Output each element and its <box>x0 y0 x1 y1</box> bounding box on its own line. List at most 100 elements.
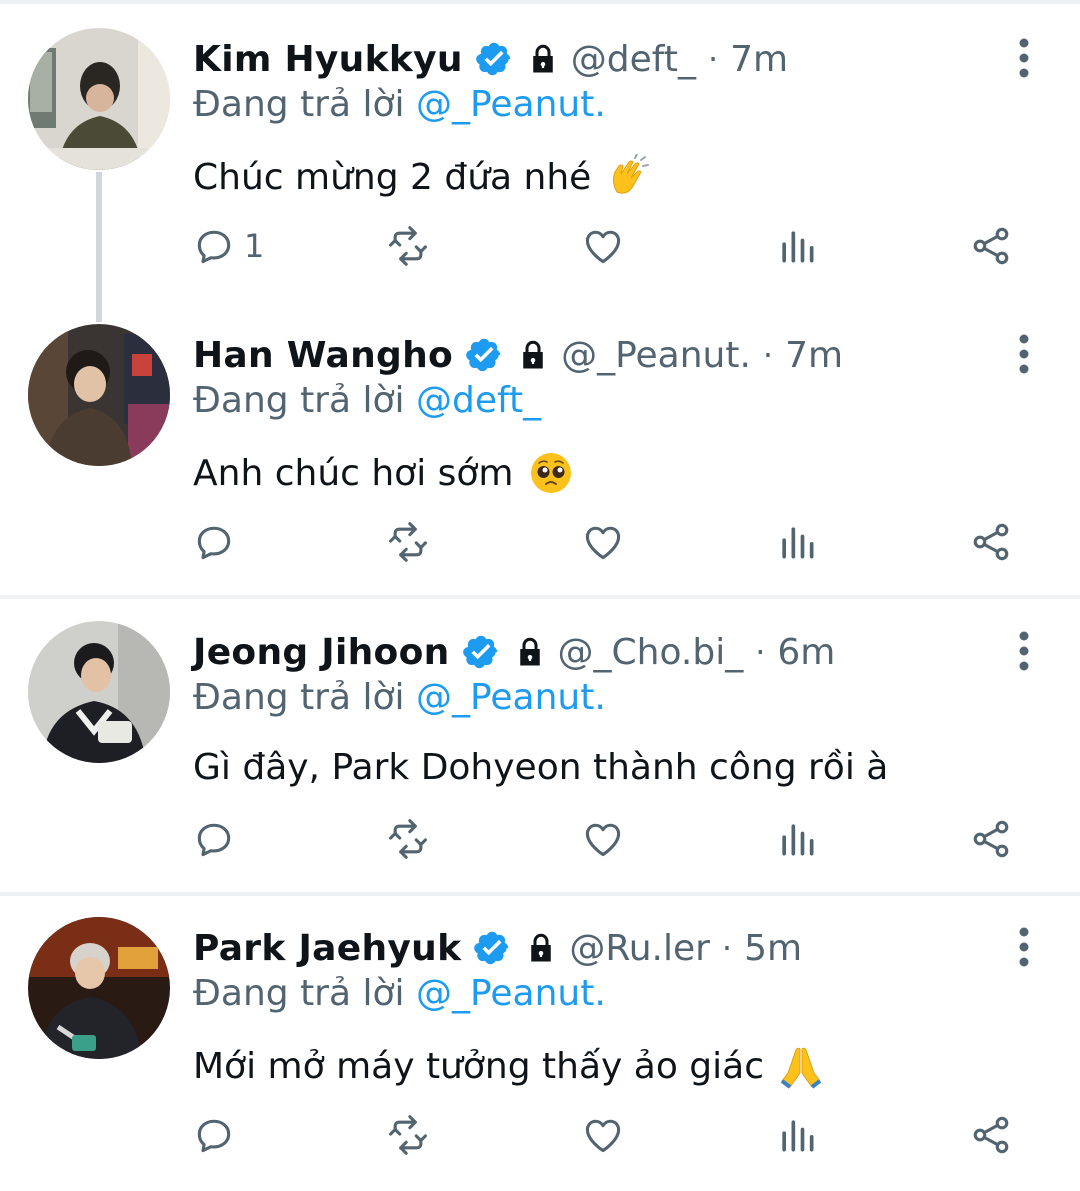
reply-icon <box>197 1119 231 1153</box>
reply-button[interactable] <box>192 512 244 572</box>
views-button[interactable] <box>775 809 819 869</box>
reply-button[interactable] <box>192 1105 244 1165</box>
tweet[interactable]: Han Wangho @_Peanut. · 7m Đang trả lời @… <box>0 300 1080 595</box>
reply-prefix: Đang trả lời <box>193 973 405 1014</box>
lock-icon <box>523 340 543 369</box>
tweet-actions <box>192 1105 1018 1165</box>
analytics-icon <box>782 231 814 263</box>
separator-dot: · <box>755 633 766 671</box>
reply-prefix: Đang trả lời <box>193 677 405 718</box>
reply-count: 1 <box>244 227 265 265</box>
reply-context: Đang trả lời @_Peanut. <box>193 677 606 718</box>
tweet-text: Anh chúc hơi sớm <box>193 450 574 496</box>
mention-link[interactable]: @_Peanut. <box>416 677 606 718</box>
share-icon <box>973 227 1009 265</box>
more-options-icon[interactable] <box>1010 925 1038 969</box>
reply-prefix: Đang trả lời <box>193 380 405 421</box>
tweet[interactable]: Jeong Jihoon @_Cho.bi_ · 6m Đang trả lời… <box>0 597 1080 892</box>
timestamp[interactable]: 7m <box>785 335 843 376</box>
reply-context: Đang trả lời @deft_ <box>193 380 541 421</box>
reply-button[interactable]: 1 <box>192 216 264 276</box>
analytics-icon <box>782 824 814 856</box>
heart-icon <box>585 526 621 560</box>
heart-icon <box>585 1119 621 1153</box>
retweet-icon <box>389 1115 427 1155</box>
views-button[interactable] <box>775 512 819 572</box>
like-button[interactable] <box>581 809 625 869</box>
handle[interactable]: @Ru.ler <box>569 928 710 969</box>
more-options-icon[interactable] <box>1010 629 1038 673</box>
lock-icon <box>533 44 553 73</box>
timestamp[interactable]: 5m <box>744 928 802 969</box>
display-name[interactable]: Han Wangho <box>193 335 453 376</box>
handle[interactable]: @deft_ <box>571 39 696 80</box>
tweet[interactable]: Kim Hyukkyu @deft_ · 7m Đang trả lời @_P… <box>0 4 1080 322</box>
reply-context: Đang trả lời @_Peanut. <box>193 973 606 1014</box>
tweet-body: Chúc mừng 2 đứa nhé <box>193 156 592 198</box>
verified-badge-icon <box>474 931 509 965</box>
tweet-actions <box>192 809 1018 869</box>
views-button[interactable] <box>775 1105 819 1165</box>
folded-hands-icon <box>780 1047 822 1089</box>
like-button[interactable] <box>581 512 625 572</box>
analytics-icon <box>782 527 814 559</box>
share-button[interactable] <box>969 512 1013 572</box>
retweet-button[interactable] <box>386 216 430 276</box>
verified-badge-icon <box>462 635 497 669</box>
tweet[interactable]: Park Jaehyuk @Ru.ler · 5m Đang trả lời @… <box>0 893 1080 1188</box>
avatar[interactable] <box>28 917 170 1059</box>
mention-link[interactable]: @_Peanut. <box>416 973 606 1014</box>
mention-link[interactable]: @deft_ <box>416 380 541 421</box>
timestamp[interactable]: 6m <box>777 632 835 673</box>
reply-button[interactable] <box>192 809 244 869</box>
display-name[interactable]: Jeong Jihoon <box>193 632 450 673</box>
heart-icon <box>585 230 621 264</box>
tweet-text: Chúc mừng 2 đứa nhé <box>193 154 651 200</box>
reply-prefix: Đang trả lời <box>193 84 405 125</box>
more-options-icon[interactable] <box>1010 36 1038 80</box>
tweet-actions: 1 <box>192 216 1018 276</box>
share-button[interactable] <box>969 216 1013 276</box>
reply-icon <box>197 823 231 857</box>
retweet-button[interactable] <box>386 512 430 572</box>
share-icon <box>973 1116 1009 1154</box>
avatar[interactable] <box>28 28 170 170</box>
avatar[interactable] <box>28 621 170 763</box>
retweet-icon <box>389 226 427 266</box>
like-button[interactable] <box>581 1105 625 1165</box>
mention-link[interactable]: @_Peanut. <box>416 84 606 125</box>
share-icon <box>973 820 1009 858</box>
share-button[interactable] <box>969 1105 1013 1165</box>
views-button[interactable] <box>775 216 819 276</box>
handle[interactable]: @_Cho.bi_ <box>558 632 744 673</box>
avatar[interactable] <box>28 324 170 466</box>
tweet-text: Mới mở máy tưởng thấy ảo giác <box>193 1043 824 1089</box>
pleading-face-icon <box>530 453 571 493</box>
display-name[interactable]: Kim Hyukkyu <box>193 39 463 80</box>
timestamp[interactable]: 7m <box>730 39 788 80</box>
retweet-icon <box>389 819 427 859</box>
retweet-button[interactable] <box>386 809 430 869</box>
retweet-icon <box>389 522 427 562</box>
separator-dot: · <box>721 929 733 967</box>
verified-badge-icon <box>475 42 511 76</box>
tweet-body: Gì đây, Park Dohyeon thành công rồi à <box>193 747 889 788</box>
reply-icon <box>197 526 231 560</box>
tweet-text: Gì đây, Park Dohyeon thành công rồi à <box>193 747 888 788</box>
display-name[interactable]: Park Jaehyuk <box>193 928 461 969</box>
retweet-button[interactable] <box>386 1105 430 1165</box>
tweet-body: Anh chúc hơi sớm <box>193 452 514 494</box>
handle[interactable]: @_Peanut. <box>561 335 751 376</box>
separator-dot: · <box>707 40 719 78</box>
reply-context: Đang trả lời @_Peanut. <box>193 84 606 125</box>
reply-icon <box>197 230 231 264</box>
more-options-icon[interactable] <box>1010 332 1038 376</box>
heart-icon <box>585 823 621 857</box>
lock-icon <box>519 637 540 666</box>
lock-icon <box>531 933 552 962</box>
tweet-body: Mới mở máy tưởng thấy ảo giác <box>193 1045 764 1087</box>
separator-dot: · <box>762 336 774 374</box>
share-button[interactable] <box>969 809 1013 869</box>
clapping-hands-icon <box>613 154 650 194</box>
like-button[interactable] <box>581 216 625 276</box>
